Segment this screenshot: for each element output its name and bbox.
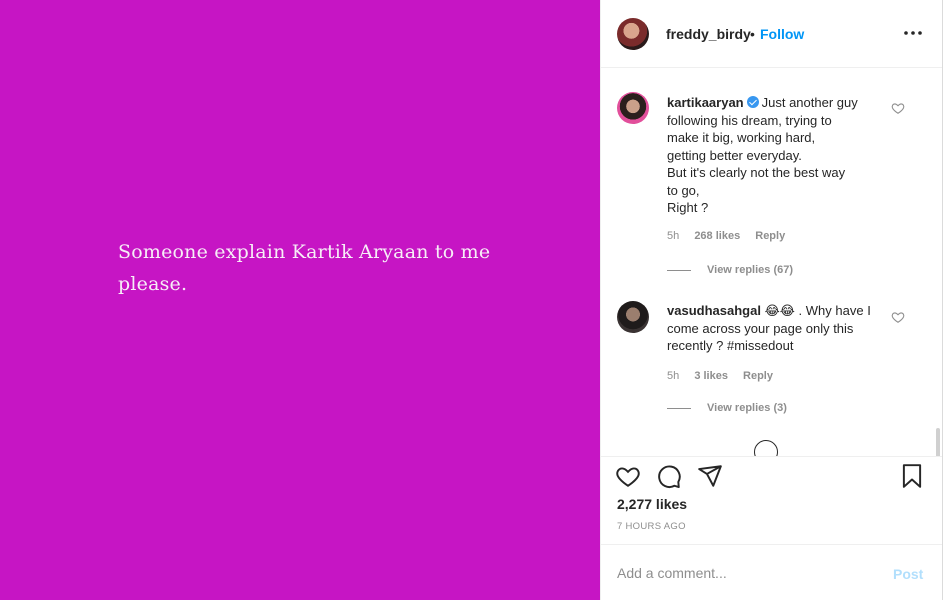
post-likes-count[interactable]: 2,277 likes <box>617 496 687 512</box>
comment-username[interactable]: kartikaaryan <box>667 95 744 110</box>
comment-text: vasudhasahgal 😂😂 . Why have I come acros… <box>667 302 877 355</box>
header-separator: • <box>750 26 755 42</box>
post-header: freddy_birdy • Follow <box>601 0 943 68</box>
view-replies-label: View replies (67) <box>707 264 794 276</box>
comment-input[interactable] <box>617 561 877 585</box>
heart-icon[interactable] <box>891 310 905 324</box>
heart-icon[interactable] <box>891 101 905 115</box>
comment-body: Just another guy following his dream, tr… <box>667 95 858 215</box>
post-image[interactable]: Someone explain Kartik Aryaan to me plea… <box>0 0 600 600</box>
follow-button[interactable]: Follow <box>760 26 804 42</box>
verified-badge-icon <box>746 96 759 108</box>
bookmark-icon[interactable] <box>899 463 925 489</box>
post-image-text: Someone explain Kartik Aryaan to me plea… <box>118 241 491 295</box>
reply-button[interactable]: Reply <box>743 370 773 382</box>
comment-likes[interactable]: 268 likes <box>694 230 740 242</box>
view-replies-button[interactable]: View replies (3) <box>667 402 787 414</box>
avatar[interactable] <box>617 18 649 50</box>
add-comment-box: Post <box>601 544 943 600</box>
divider <box>667 269 691 271</box>
scrollbar[interactable] <box>936 428 940 456</box>
comment-meta: 5h 3 likes Reply <box>667 370 785 382</box>
view-replies-button[interactable]: View replies (67) <box>667 264 793 276</box>
comment-icon[interactable] <box>656 463 682 489</box>
comment-text: kartikaaryan Just another guy following h… <box>667 94 877 217</box>
avatar[interactable] <box>617 301 649 333</box>
post-side-panel: freddy_birdy • Follow kartikaaryan Just a… <box>600 0 943 600</box>
divider <box>667 407 691 409</box>
avatar[interactable] <box>617 92 649 124</box>
comment-time[interactable]: 5h <box>667 230 679 242</box>
load-more-comments-button[interactable] <box>754 440 778 456</box>
window-edge <box>942 0 948 600</box>
post-comment-button[interactable]: Post <box>893 566 923 582</box>
header-username[interactable]: freddy_birdy <box>666 26 751 42</box>
heart-icon[interactable] <box>615 463 641 489</box>
comment-likes[interactable]: 3 likes <box>694 370 728 382</box>
comment-username[interactable]: vasudhasahgal <box>667 303 761 318</box>
post-actions <box>601 456 943 496</box>
comments-list[interactable]: kartikaaryan Just another guy following h… <box>601 68 943 456</box>
comment-time[interactable]: 5h <box>667 370 679 382</box>
share-icon[interactable] <box>697 463 723 489</box>
more-horizontal-icon[interactable] <box>903 26 923 40</box>
post-timestamp[interactable]: 7 HOURS AGO <box>617 521 686 532</box>
view-replies-label: View replies (3) <box>707 402 787 414</box>
comment-meta: 5h 268 likes Reply <box>667 230 797 242</box>
reply-button[interactable]: Reply <box>755 230 785 242</box>
